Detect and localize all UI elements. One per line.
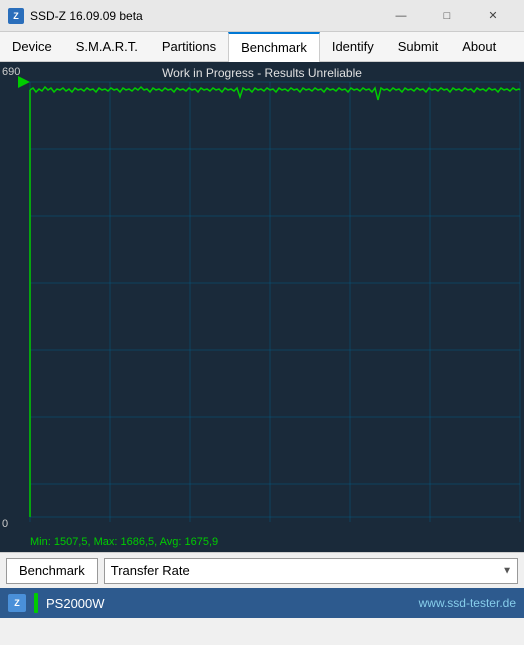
benchmark-button[interactable]: Benchmark: [6, 558, 98, 584]
menu-about[interactable]: About: [450, 32, 508, 62]
bottom-bar: Benchmark Transfer Rate Access Time IOPS…: [0, 552, 524, 588]
window-title: SSD-Z 16.09.09 beta: [30, 9, 378, 23]
titlebar: Z SSD-Z 16.09.09 beta — □ ✕: [0, 0, 524, 32]
menu-device[interactable]: Device: [0, 32, 64, 62]
status-app-icon: Z: [8, 594, 26, 612]
menu-partitions[interactable]: Partitions: [150, 32, 228, 62]
benchmark-chart: Work in Progress - Results Unreliable 69…: [0, 62, 524, 552]
drive-activity-icon: [34, 593, 38, 613]
chart-svg: [0, 62, 524, 552]
window-controls: — □ ✕: [378, 0, 516, 32]
menu-benchmark[interactable]: Benchmark: [228, 32, 320, 62]
close-button[interactable]: ✕: [470, 0, 516, 32]
maximize-button[interactable]: □: [424, 0, 470, 32]
menu-identify[interactable]: Identify: [320, 32, 386, 62]
menubar: Device S.M.A.R.T. Partitions Benchmark I…: [0, 32, 524, 62]
minimize-button[interactable]: —: [378, 0, 424, 32]
transfer-type-dropdown[interactable]: Transfer Rate Access Time IOPS: [104, 558, 518, 584]
app-icon: Z: [8, 8, 24, 24]
website-label: www.ssd-tester.de: [419, 596, 516, 610]
drive-name: PS2000W: [46, 596, 411, 611]
dropdown-container: Transfer Rate Access Time IOPS ▼: [104, 558, 518, 584]
statusbar: Z PS2000W www.ssd-tester.de: [0, 588, 524, 618]
menu-submit[interactable]: Submit: [386, 32, 450, 62]
menu-smart[interactable]: S.M.A.R.T.: [64, 32, 150, 62]
